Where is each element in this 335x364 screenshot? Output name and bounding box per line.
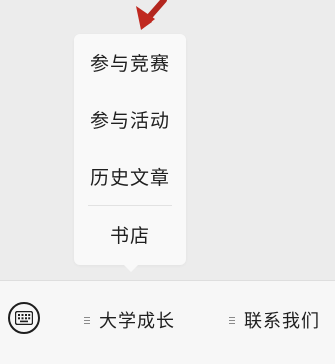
menu-lines-icon (229, 316, 237, 324)
menu-item-bookstore[interactable]: 书店 (74, 206, 186, 263)
menu-item-history-articles[interactable]: 历史文章 (74, 148, 186, 205)
popup-tail (124, 265, 138, 272)
popup-menu: 参与竞赛 参与活动 历史文章 书店 (74, 34, 186, 265)
tab-label: 大学成长 (99, 311, 175, 332)
menu-lines-icon (84, 316, 92, 324)
tab-contact-us[interactable]: 联系我们 (229, 307, 320, 333)
menu-item-activities[interactable]: 参与活动 (74, 91, 186, 148)
tab-label: 联系我们 (244, 311, 320, 332)
menu-item-competition[interactable]: 参与竞赛 (74, 34, 186, 91)
annotation-arrow-icon (136, 0, 167, 30)
keyboard-icon[interactable] (8, 302, 40, 334)
bottom-menu-bar: 大学成长 联系我们 (0, 280, 335, 364)
tab-university-growth[interactable]: 大学成长 (84, 307, 175, 333)
